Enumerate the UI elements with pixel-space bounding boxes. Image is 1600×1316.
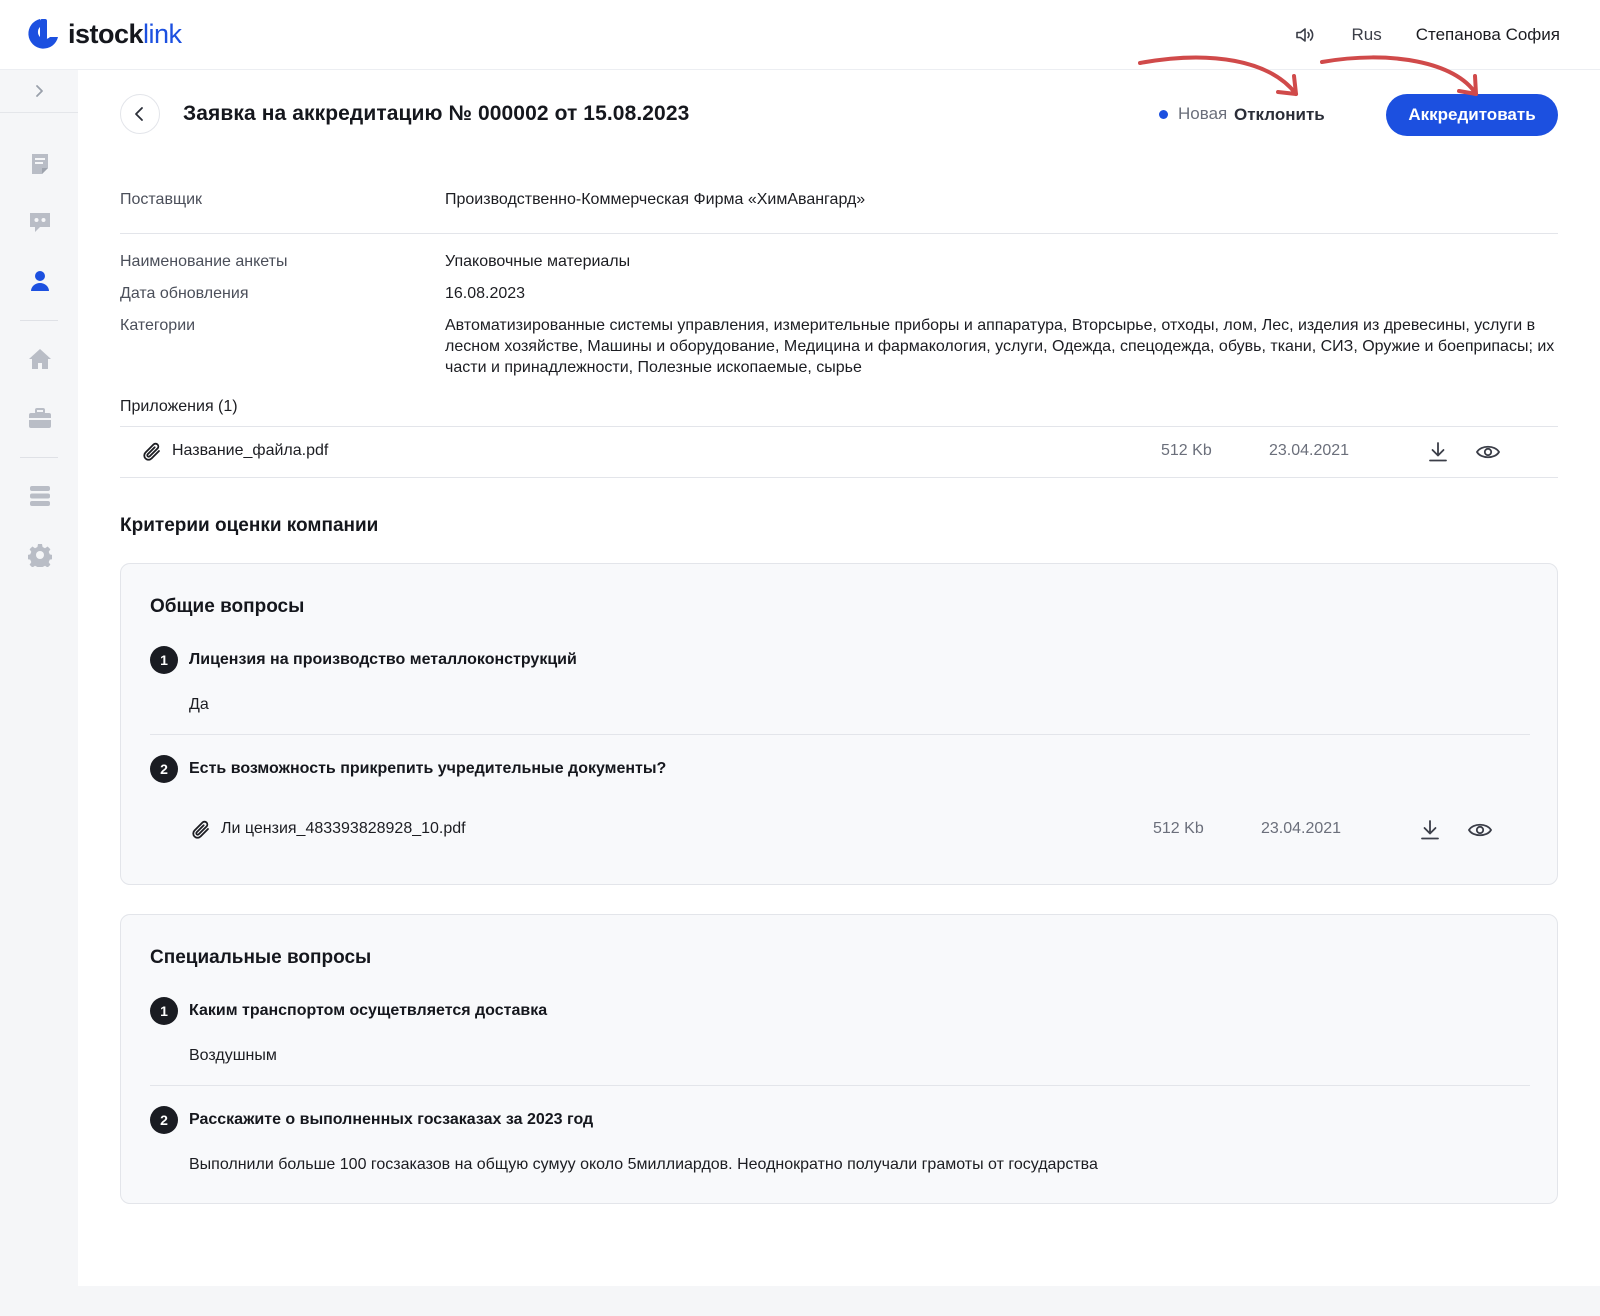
attachments-title: Приложения (1) (120, 398, 238, 415)
question: 2 Есть возможность прикрепить учредитель… (150, 755, 666, 783)
chevron-left-icon (135, 107, 143, 121)
file-name[interactable]: Название_файла.pdf (172, 442, 328, 460)
updated-label: Дата обновления (120, 285, 249, 302)
language-switcher[interactable]: Rus (1351, 25, 1381, 45)
sidebar-expand-button[interactable] (0, 70, 78, 113)
paperclip-icon (192, 820, 209, 839)
paperclip-icon (143, 442, 160, 461)
form-name-row: Наименование анкеты Упаковочные материал… (120, 251, 1558, 273)
file-size: 512 Kb (1161, 442, 1212, 459)
question-text: Расскажите о выполненных госзаказах за 2… (189, 1111, 594, 1128)
divider (150, 734, 1530, 735)
form-name-label: Наименование анкеты (120, 253, 288, 270)
question-number: 1 (150, 646, 178, 674)
answer-text: Выполнили больше 100 госзаказов на общую… (189, 1156, 1098, 1173)
question-text: Каким транспортом осущетвляется доставка (189, 1002, 548, 1019)
question-number: 2 (150, 1106, 178, 1134)
sidebar-item-users[interactable] (24, 265, 56, 297)
question: 1 Лицензия на производство металлоконстр… (150, 646, 577, 674)
logo-icon (28, 19, 58, 49)
categories-row: Категории Автоматизированные системы упр… (120, 315, 1558, 381)
home-icon (29, 349, 51, 369)
question-text: Лицензия на производство металлоконструк… (189, 651, 577, 668)
reject-button[interactable]: Отклонить (1234, 94, 1325, 136)
logo-text: istocklink (68, 18, 182, 49)
top-header: istocklink Rus Степанова София (0, 0, 1600, 70)
section-title: Общие вопросы (150, 596, 305, 617)
general-questions-card: Общие вопросы 1 Лицензия на производство… (120, 563, 1558, 885)
supplier-label: Поставщик (120, 191, 203, 208)
updated-row: Дата обновления 16.08.2023 (120, 283, 1558, 305)
supplier-value: Производственно-Коммерческая Фирма «ХимА… (445, 191, 866, 208)
briefcase-icon (29, 408, 51, 428)
user-icon (31, 271, 49, 291)
main-content: Заявка на аккредитацию № 000002 от 15.08… (78, 70, 1600, 1316)
speaker-icon[interactable] (1293, 23, 1317, 47)
form-name-value: Упаковочные материалы (445, 253, 631, 270)
sidebar-item-home[interactable] (24, 343, 56, 375)
document-icon (32, 154, 48, 174)
page-title: Заявка на аккредитацию № 000002 от 15.08… (183, 102, 690, 125)
sidebar (0, 70, 79, 1316)
sidebar-item-briefcase[interactable] (24, 402, 56, 434)
question: 1 Каким транспортом осущетвляется достав… (150, 997, 547, 1025)
chat-icon (30, 213, 50, 232)
status-label: Новая (1178, 104, 1228, 123)
back-button[interactable] (120, 94, 160, 134)
answer-text: Воздушным (189, 1047, 277, 1064)
special-questions-card: Специальные вопросы 1 Каким транспортом … (120, 914, 1558, 1204)
divider (120, 233, 1558, 234)
sidebar-item-documents[interactable] (24, 148, 56, 180)
supplier-row: Поставщик Производственно-Коммерческая Ф… (120, 189, 1558, 211)
eye-icon[interactable] (1467, 818, 1493, 842)
attachment-file-row: Название_файла.pdf 512 Kb 23.04.2021 (140, 427, 1558, 477)
question-text: Есть возможность прикрепить учредительны… (189, 760, 667, 777)
chevron-right-icon (36, 85, 43, 97)
file-name[interactable]: Ли цензия_483393828928_10.pdf (221, 820, 466, 838)
question-number: 2 (150, 755, 178, 783)
user-menu[interactable]: Степанова София (1416, 25, 1560, 45)
file-size: 512 Kb (1153, 820, 1204, 837)
answer-text: Да (189, 696, 209, 713)
download-icon[interactable] (1418, 818, 1442, 842)
categories-value: Автоматизированные системы управления, и… (445, 317, 1555, 376)
sidebar-item-settings[interactable] (24, 539, 56, 571)
question-number: 1 (150, 997, 178, 1025)
status-badge: Новая (1159, 104, 1227, 124)
gear-icon (28, 544, 52, 567)
accredit-button[interactable]: Аккредитовать (1386, 94, 1558, 136)
status-dot (1159, 109, 1168, 119)
section-title: Специальные вопросы (150, 947, 372, 968)
divider (150, 1085, 1530, 1086)
download-icon[interactable] (1426, 440, 1450, 464)
question: 2 Расскажите о выполненных госзаказах за… (150, 1106, 593, 1134)
updated-value: 16.08.2023 (445, 285, 526, 302)
criteria-title: Критерии оценки компании (120, 515, 379, 536)
file-date: 23.04.2021 (1261, 820, 1342, 837)
file-date: 23.04.2021 (1269, 442, 1350, 459)
answer-file-row: Ли цензия_483393828928_10.pdf 512 Kb 23.… (189, 805, 1531, 855)
database-icon (30, 486, 50, 506)
sidebar-item-messages[interactable] (24, 206, 56, 238)
logo[interactable]: istocklink (26, 16, 182, 52)
divider (120, 477, 1558, 478)
eye-icon[interactable] (1475, 440, 1501, 464)
categories-label: Категории (120, 317, 196, 334)
sidebar-item-database[interactable] (24, 480, 56, 512)
